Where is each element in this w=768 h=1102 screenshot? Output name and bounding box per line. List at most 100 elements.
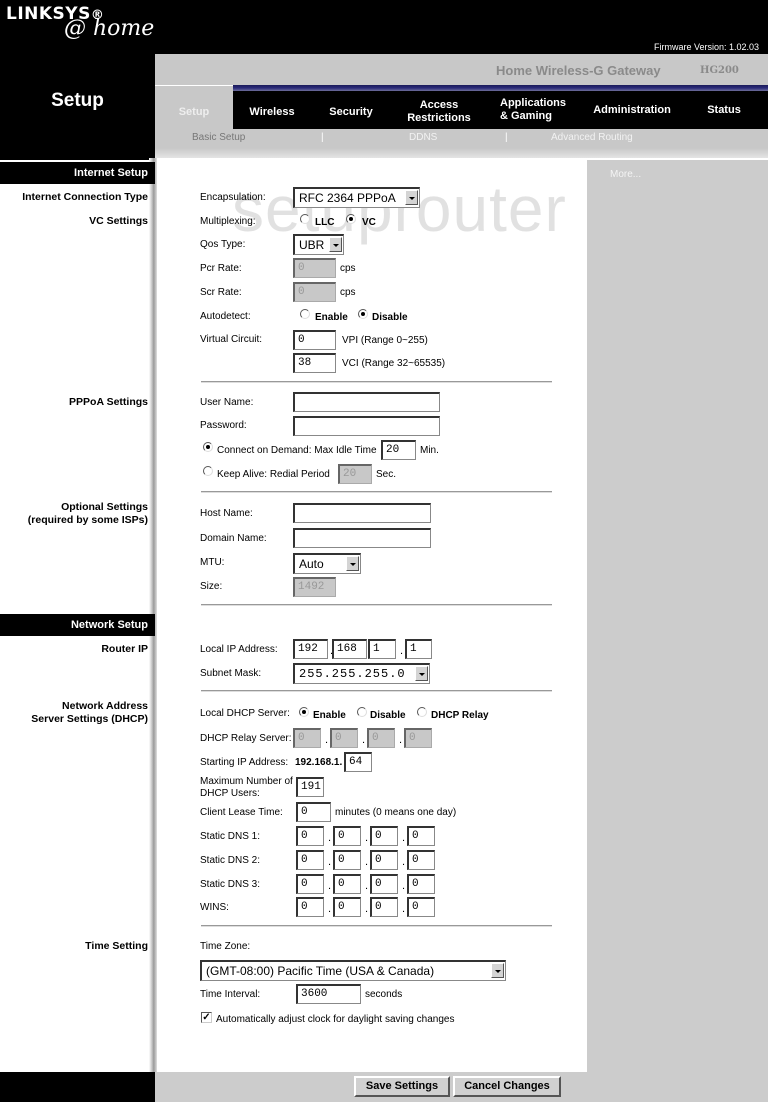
dst-checkbox[interactable]: ✓ [201, 1012, 212, 1023]
local-ip-octet-1[interactable]: 192 [293, 639, 328, 659]
subtab-advanced-routing[interactable]: Advanced Routing [551, 132, 633, 143]
dhcp-disable-radio[interactable] [357, 707, 367, 717]
dns3-octet-4[interactable]: 0 [407, 874, 435, 894]
dns2-octet-1[interactable]: 0 [296, 850, 324, 870]
check-icon: ✓ [202, 1012, 211, 1023]
encapsulation-select[interactable]: RFC 2364 PPPoA [293, 187, 420, 208]
relay-ip-octet-3[interactable]: 0 [367, 728, 395, 748]
save-settings-button[interactable]: Save Settings [354, 1076, 450, 1097]
firmware-version: Firmware Version: 1.02.03 [653, 42, 759, 52]
cancel-changes-button[interactable]: Cancel Changes [453, 1076, 561, 1097]
max-idle-unit: Min. [420, 445, 439, 456]
select-value: UBR [299, 238, 325, 252]
dns1-octet-4[interactable]: 0 [407, 826, 435, 846]
relay-ip-octet-4[interactable]: 0 [404, 728, 432, 748]
dhcp-disable-label: Disable [370, 710, 406, 721]
max-users-input[interactable]: 191 [296, 777, 324, 797]
starting-ip-input[interactable]: 64 [344, 752, 372, 772]
dns2-octet-2[interactable]: 0 [333, 850, 361, 870]
time-interval-label: Time Interval: [200, 989, 261, 1000]
wins-octet-2[interactable]: 0 [333, 897, 361, 917]
tab-access-restrictions[interactable]: Access Restrictions [398, 99, 480, 125]
wins-octet-3[interactable]: 0 [370, 897, 398, 917]
subnav-separator: | [505, 132, 508, 143]
username-input[interactable] [293, 392, 440, 412]
mtu-size-input[interactable]: 1492 [293, 577, 336, 597]
virtual-circuit-label: Virtual Circuit: [200, 334, 263, 345]
wins-label: WINS: [200, 902, 229, 913]
relay-ip-octet-1[interactable]: 0 [293, 728, 321, 748]
username-label: User Name: [200, 397, 254, 408]
select-value: (GMT-08:00) Pacific Time (USA & Canada) [206, 964, 435, 978]
dns2-octet-3[interactable]: 0 [370, 850, 398, 870]
ip-dot: . [402, 856, 406, 868]
tab-status[interactable]: Status [700, 104, 748, 117]
ip-dot: . [325, 734, 329, 746]
ip-dot: . [328, 880, 332, 892]
page-title: Setup [51, 90, 104, 111]
wins-octet-4[interactable]: 0 [407, 897, 435, 917]
select-value: 255.255.255.0 [299, 667, 406, 681]
max-idle-time-input[interactable]: 20 [381, 440, 416, 460]
multiplexing-label: Multiplexing: [200, 216, 256, 227]
dns3-octet-1[interactable]: 0 [296, 874, 324, 894]
vpi-input[interactable]: 0 [293, 330, 336, 350]
lease-time-input[interactable]: 0 [296, 802, 331, 822]
local-ip-octet-2[interactable]: 168 [332, 639, 367, 659]
scr-input[interactable]: 0 [293, 282, 336, 302]
mtu-label: MTU: [200, 557, 225, 568]
subnet-mask-select[interactable]: 255.255.255.0 [293, 663, 430, 684]
subtab-ddns[interactable]: DDNS [409, 132, 437, 143]
qos-select[interactable]: UBR [293, 234, 344, 255]
dns3-octet-3[interactable]: 0 [370, 874, 398, 894]
tab-label-line2: Restrictions [407, 112, 471, 124]
sub-nav [155, 129, 768, 148]
time-zone-select[interactable]: (GMT-08:00) Pacific Time (USA & Canada) [200, 960, 506, 981]
mtu-select[interactable]: Auto [293, 553, 361, 574]
dns1-octet-3[interactable]: 0 [370, 826, 398, 846]
autodetect-enable-radio[interactable] [300, 309, 310, 319]
local-ip-octet-4[interactable]: 1 [405, 639, 432, 659]
tab-administration[interactable]: Administration [586, 104, 678, 117]
time-interval-input[interactable]: 3600 [296, 984, 361, 1004]
ip-dot: . [402, 880, 406, 892]
wins-octet-1[interactable]: 0 [296, 897, 324, 917]
ip-dot: . [402, 903, 406, 915]
tab-applications-gaming[interactable]: Applications & Gaming [500, 97, 572, 123]
autodetect-disable-radio[interactable] [358, 309, 368, 319]
dns3-octet-2[interactable]: 0 [333, 874, 361, 894]
vci-input[interactable]: 38 [293, 353, 336, 373]
redial-period-input[interactable]: 20 [338, 464, 372, 484]
multiplexing-vc-label: VC [362, 217, 376, 228]
keep-alive-radio[interactable] [203, 466, 213, 476]
local-ip-octet-3[interactable]: 1 [368, 639, 396, 659]
dst-label: Automatically adjust clock for daylight … [216, 1014, 455, 1025]
password-input[interactable] [293, 416, 440, 436]
tab-wireless[interactable]: Wireless [238, 106, 306, 119]
chevron-down-icon [346, 556, 359, 571]
size-label: Size: [200, 581, 223, 592]
label-line1: Maximum Number of [200, 776, 293, 787]
subtab-basic-setup[interactable]: Basic Setup [192, 132, 245, 143]
multiplexing-llc-radio[interactable] [300, 214, 310, 224]
multiplexing-vc-radio[interactable] [346, 214, 356, 224]
divider-line [201, 491, 552, 493]
dns2-octet-4[interactable]: 0 [407, 850, 435, 870]
tab-setup[interactable]: Setup [155, 106, 233, 119]
domain-name-input[interactable] [293, 528, 431, 548]
relay-ip-octet-2[interactable]: 0 [330, 728, 358, 748]
dhcp-relay-radio[interactable] [417, 707, 427, 717]
chevron-down-icon [415, 666, 428, 681]
dns1-octet-2[interactable]: 0 [333, 826, 361, 846]
label-time-setting: Time Setting [85, 940, 148, 952]
dhcp-enable-radio[interactable] [299, 707, 309, 717]
connect-on-demand-radio[interactable] [203, 442, 213, 452]
pcr-input[interactable]: 0 [293, 258, 336, 278]
dhcp-relay-server-label: DHCP Relay Server: [200, 733, 292, 744]
tab-label: Setup [178, 106, 210, 118]
more-help-link[interactable]: More... [610, 169, 641, 180]
dns1-octet-1[interactable]: 0 [296, 826, 324, 846]
tab-security[interactable]: Security [318, 106, 384, 119]
password-label: Password: [200, 420, 247, 431]
host-name-input[interactable] [293, 503, 431, 523]
